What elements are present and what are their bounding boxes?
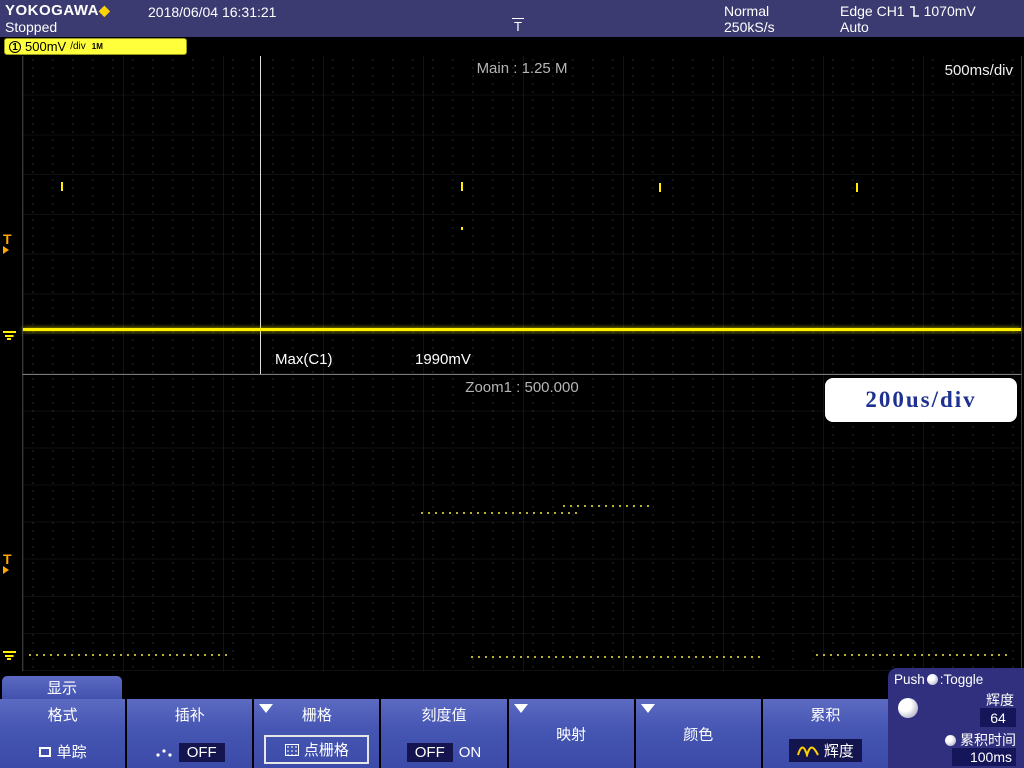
trigger-position-icon: T (512, 18, 524, 34)
channel-scale: 500mV (25, 39, 67, 54)
zoom-trace-dots (563, 505, 651, 507)
knob-icon (945, 734, 956, 746)
knob-icon (926, 674, 938, 685)
channel1-trace (23, 328, 1021, 331)
main-waveform-area: Main : 1.25 M 500ms/div Max(C1) 1990mV (22, 56, 1022, 374)
menu-accumulate-title: 累积 (810, 707, 841, 724)
zoom-trigger-marker-icon: T (3, 552, 12, 574)
diamond-icon: ◆ (99, 2, 111, 18)
accum-time-label: 累积时间 (960, 732, 1016, 748)
pulse-mark (856, 183, 858, 192)
main-record-length: Main : 1.25 M (476, 60, 568, 77)
menu-mapping-title: 映射 (556, 726, 587, 743)
dropdown-triangle-icon (513, 704, 528, 713)
zoom-trace-dots (29, 654, 229, 656)
wave-icon (796, 746, 819, 757)
datetime-display: 2018/06/04 16:31:21 (148, 4, 277, 20)
menu-format-sub: 单踪 (56, 744, 87, 761)
zoom-trace-dots (816, 654, 1012, 656)
channel1-badge[interactable]: 1 500mV/div 1M (4, 38, 187, 55)
push-toggle-hint: Push :Toggle (894, 672, 983, 687)
header-bar: YOKOGAWA◆ 2018/06/04 16:31:21 Stopped T … (0, 0, 1024, 37)
menu-mapping[interactable]: 映射 (508, 699, 634, 768)
main-ground-level-icon (3, 331, 16, 340)
measure-label: Max(C1) (275, 351, 333, 368)
tab-display[interactable]: 显示 (2, 676, 122, 699)
zoom-factor-label: Zoom1 : 500.000 (465, 379, 579, 396)
main-trigger-marker-icon: T (3, 232, 12, 254)
zoom-ground-level-icon (3, 651, 16, 660)
menu-graticule[interactable]: 栅格 点栅格 (254, 699, 380, 768)
intensity-knob-icon[interactable] (898, 698, 918, 718)
zoom-timebase-box: 200us/div (825, 378, 1017, 422)
trigger-level: 1070mV (923, 3, 976, 19)
scale-value-off[interactable]: OFF (406, 743, 453, 762)
menu-interpolation[interactable]: 插补 OFF (127, 699, 253, 768)
menu-graticule-sub: 点栅格 (303, 742, 349, 759)
zoom-position-cursor[interactable] (260, 56, 261, 374)
scale-value-on[interactable]: ON (459, 744, 482, 761)
menu-color-title: 颜色 (683, 726, 714, 743)
acquisition-mode: Normal (724, 3, 770, 19)
dropdown-triangle-icon (640, 704, 655, 713)
sample-rate: 250kS/s (724, 19, 775, 35)
main-timebase: 500ms/div (944, 62, 1013, 79)
knob-control-panel: Push :Toggle 辉度 64 累积时间 100ms (888, 668, 1024, 768)
channel-coupling: 1M (91, 42, 103, 51)
accum-time-value: 100ms (952, 748, 1016, 766)
trigger-type: Edge CH1 (840, 3, 905, 19)
menu-color[interactable]: 颜色 (635, 699, 761, 768)
graticule-option-button[interactable]: 点栅格 (264, 735, 370, 764)
zoom-trace-dots (471, 656, 761, 658)
dot-grid-icon (284, 743, 299, 756)
menu-interpolation-title: 插补 (174, 707, 205, 724)
zoom-waveform-area: Zoom1 : 500.000 200us/div (22, 374, 1022, 671)
pulse-mark (659, 183, 661, 192)
channel-number-icon: 1 (9, 40, 21, 53)
toggle-label: :Toggle (939, 672, 984, 687)
channel-perdiv: /div (70, 41, 86, 52)
softkey-menu: 格式 单踪 插补 OFF 栅格 点栅格 刻度值 OFF ON 映射 颜色 累积 … (0, 699, 888, 768)
trigger-info: Edge CH1 1070mV (840, 3, 976, 19)
menu-interpolation-sub: OFF (178, 743, 225, 762)
trigger-mode: Auto (840, 19, 869, 35)
push-label: Push (894, 672, 925, 687)
accumulate-mode-button[interactable]: 辉度 (788, 739, 862, 762)
pulse-mark (61, 182, 63, 191)
zoom-trace-dots (421, 512, 581, 514)
intensity-value: 64 (980, 708, 1016, 727)
measure-value: 1990mV (415, 351, 471, 368)
accum-time-row: 累积时间 (945, 730, 1016, 750)
pulse-mark (461, 182, 463, 191)
single-trace-icon (38, 746, 51, 757)
menu-scale-value-title: 刻度值 (421, 707, 467, 724)
menu-format-title: 格式 (47, 707, 78, 724)
acquisition-status: Stopped (5, 19, 58, 35)
dots-interp-icon (156, 748, 172, 757)
menu-scale-value[interactable]: 刻度值 OFF ON (381, 699, 507, 768)
pulse-mark (461, 227, 463, 230)
dropdown-triangle-icon (259, 704, 274, 713)
brand-logo: YOKOGAWA◆ (5, 2, 110, 19)
brand-text: YOKOGAWA (5, 2, 100, 19)
falling-edge-icon (909, 5, 919, 17)
menu-accumulate[interactable]: 累积 辉度 (762, 699, 888, 768)
intensity-label: 辉度 (986, 692, 1014, 708)
menu-format[interactable]: 格式 单踪 (0, 699, 126, 768)
menu-accumulate-sub: 辉度 (823, 743, 854, 760)
zoom-timebase: 200us/div (865, 387, 977, 412)
